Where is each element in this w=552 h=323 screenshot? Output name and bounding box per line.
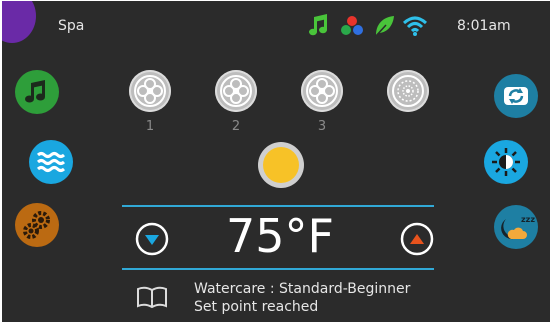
music-note-icon: [25, 80, 45, 103]
pump-label: 2: [231, 119, 241, 134]
brightness-button[interactable]: [484, 140, 528, 184]
pump-icon: [306, 75, 338, 107]
spa-control-screen: Spa 8:01am zzz 1 2 3 75°F Watercare: St…: [2, 1, 550, 322]
wifi-icon: [402, 16, 428, 36]
pump-icon: [134, 75, 166, 107]
page-title: Spa: [58, 18, 85, 34]
sleep-button[interactable]: zzz: [494, 205, 538, 249]
pump-label: 1: [145, 119, 155, 134]
music-note-icon: [309, 14, 327, 36]
temperature-down-button[interactable]: [135, 222, 169, 256]
gears-icon: [23, 211, 50, 239]
pump-icon: [220, 75, 252, 107]
blower-button[interactable]: [387, 70, 429, 112]
status-message: Watercare : Standard-Beginner Set point …: [194, 280, 410, 316]
svg-text:zzz: zzz: [521, 215, 535, 224]
setpoint-text: Set point reached: [194, 299, 319, 315]
brightness-icon: [492, 148, 520, 176]
clock: 8:01am: [457, 18, 511, 34]
pump-1-button[interactable]: [129, 70, 171, 112]
invert-button[interactable]: [494, 74, 538, 118]
watercare-text: Watercare : Standard-Beginner: [194, 281, 411, 297]
pump-2-button[interactable]: [215, 70, 257, 112]
pump-3-button[interactable]: [301, 70, 343, 112]
light-button[interactable]: [258, 142, 304, 188]
settings-button[interactable]: [15, 203, 59, 247]
profile-corner-button[interactable]: [2, 1, 36, 43]
water-waves-icon: [36, 152, 66, 172]
jets-button[interactable]: [29, 140, 73, 184]
leaf-icon: [374, 16, 394, 38]
light-color-indicator: [263, 147, 299, 183]
color-lights-icon: [341, 16, 363, 35]
audio-button[interactable]: [15, 70, 59, 114]
sleep-moon-icon: zzz: [501, 215, 535, 240]
rotate-icon: [504, 87, 528, 105]
divider: [122, 268, 434, 270]
temperature-up-button[interactable]: [400, 222, 434, 256]
book-icon[interactable]: [136, 284, 168, 310]
temperature-display: 75°F: [226, 209, 334, 263]
blower-icon: [392, 75, 424, 107]
pump-label: 3: [317, 119, 327, 134]
